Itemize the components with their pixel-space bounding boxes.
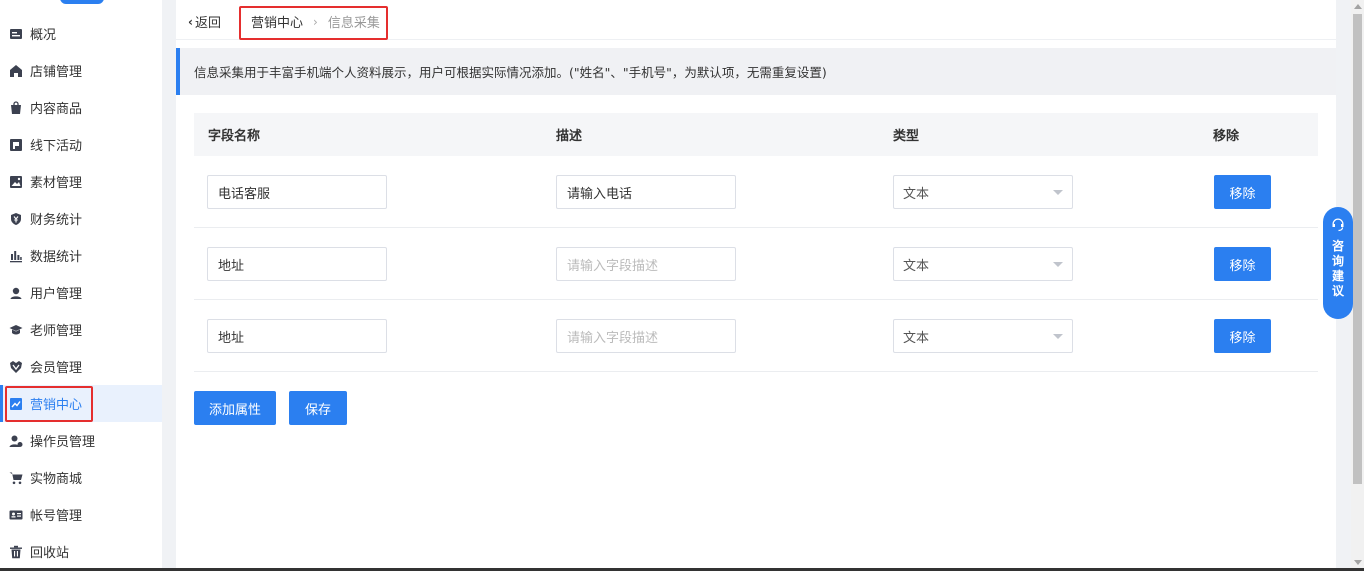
field-type-value: 文本 — [903, 330, 930, 346]
field-description-input[interactable]: 请输入字段描述 — [556, 319, 736, 353]
sidebar-item-label: 数据统计 — [30, 250, 83, 265]
sidebar-item-label: 老师管理 — [30, 324, 83, 339]
sidebar-item-operators[interactable]: 操作员管理 — [0, 422, 162, 459]
column-header-remove: 移除 — [1213, 129, 1240, 144]
sidebar-item-finance[interactable]: 财务统计 — [0, 200, 162, 237]
field-name-input[interactable]: 电话客服 — [207, 175, 387, 209]
vip-icon — [9, 360, 23, 374]
field-type-select[interactable]: 文本 — [893, 175, 1073, 209]
column-header-type: 类型 — [893, 129, 920, 144]
chevron-left-icon: ‹ — [188, 14, 193, 29]
sidebar-item-users[interactable]: 用户管理 — [0, 274, 162, 311]
headset-icon — [1330, 217, 1346, 233]
sidebar-item-label: 用户管理 — [30, 287, 83, 302]
trash-icon — [9, 545, 23, 559]
back-label: 返回 — [194, 16, 221, 31]
sidebar-item-label: 会员管理 — [30, 361, 83, 376]
sidebar-item-label: 内容商品 — [30, 102, 83, 117]
sidebar-item-label: 回收站 — [30, 546, 70, 561]
sidebar-item-teachers[interactable]: 老师管理 — [0, 311, 162, 348]
sidebar-item-label: 素材管理 — [30, 176, 83, 191]
remove-button[interactable]: 移除 — [1214, 175, 1271, 209]
sidebar-item-members[interactable]: 会员管理 — [0, 348, 162, 385]
sidebar-item-accounts[interactable]: 帐号管理 — [0, 496, 162, 533]
sidebar-item-recycle-bin[interactable]: 回收站 — [0, 533, 162, 570]
main-panel: ‹ 返回 营销中心 › 信息采集 信息采集用于丰富手机端个人资料展示，用户可根据… — [176, 0, 1336, 571]
sidebar-item-data-stats[interactable]: 数据统计 — [0, 237, 162, 274]
caret-down-icon — [1053, 190, 1063, 195]
graduation-cap-icon — [9, 323, 23, 337]
field-type-select[interactable]: 文本 — [893, 319, 1073, 353]
table-row: 地址 请输入字段描述 文本 移除 — [194, 300, 1318, 372]
store-icon — [9, 64, 23, 78]
yuan-shield-icon — [9, 212, 23, 226]
overview-icon — [9, 27, 23, 41]
sidebar-item-offline-activity[interactable]: 线下活动 — [0, 126, 162, 163]
sidebar-item-physical-mall[interactable]: 实物商城 — [0, 459, 162, 496]
sidebar-item-store[interactable]: 店铺管理 — [0, 52, 162, 89]
add-attribute-button[interactable]: 添加属性 — [194, 391, 276, 425]
column-header-field-name: 字段名称 — [208, 129, 261, 144]
sidebar: 概况 店铺管理 内容商品 线下活动 素材管理 财务统计 数据统计 用户管理 老师… — [0, 0, 162, 571]
scroll-up-arrow-icon[interactable] — [1354, 4, 1362, 9]
sidebar-item-label: 实物商城 — [30, 472, 83, 487]
user-icon — [9, 286, 23, 300]
active-item-highlight — [5, 386, 93, 422]
bar-chart-icon — [9, 249, 23, 263]
fields-table: 字段名称 描述 类型 移除 电话客服 请输入电话 文本 移除 地址 请输入字段描… — [194, 113, 1318, 372]
sidebar-item-label: 财务统计 — [30, 213, 83, 228]
cart-icon — [9, 471, 23, 485]
scroll-down-arrow-icon[interactable] — [1354, 560, 1362, 565]
shopping-bag-icon — [9, 100, 23, 115]
operator-icon — [9, 434, 23, 448]
sidebar-item-label: 线下活动 — [30, 139, 83, 154]
save-button[interactable]: 保存 — [289, 391, 347, 425]
feedback-label-char: 咨 — [1331, 239, 1344, 253]
sidebar-item-label: 操作员管理 — [30, 435, 96, 450]
remove-button[interactable]: 移除 — [1214, 247, 1271, 281]
info-notice: 信息采集用于丰富手机端个人资料展示，用户可根据实际情况添加。("姓名"、"手机号… — [176, 48, 1336, 95]
caret-down-icon — [1053, 334, 1063, 339]
field-description-input[interactable]: 请输入电话 — [556, 175, 736, 209]
image-icon — [9, 175, 23, 189]
remove-button[interactable]: 移除 — [1214, 319, 1271, 353]
caret-down-icon — [1053, 262, 1063, 267]
sidebar-item-label: 概况 — [30, 28, 57, 43]
feedback-label-char: 询 — [1331, 254, 1344, 268]
sidebar-item-label: 店铺管理 — [30, 65, 83, 80]
notice-text: 信息采集用于丰富手机端个人资料展示，用户可根据实际情况添加。("姓名"、"手机号… — [194, 65, 827, 80]
feedback-label-char: 建 — [1331, 269, 1344, 283]
field-description-input[interactable]: 请输入字段描述 — [556, 247, 736, 281]
field-type-value: 文本 — [903, 186, 930, 202]
field-type-value: 文本 — [903, 258, 930, 274]
id-card-icon — [9, 508, 23, 522]
field-name-input[interactable]: 地址 — [207, 319, 387, 353]
sidebar-item-content-goods[interactable]: 内容商品 — [0, 89, 162, 126]
scrollbar-thumb[interactable] — [1353, 14, 1362, 484]
field-name-input[interactable]: 地址 — [207, 247, 387, 281]
breadcrumb-highlight — [239, 6, 388, 40]
field-type-select[interactable]: 文本 — [893, 247, 1073, 281]
sidebar-top-pill[interactable] — [60, 0, 104, 4]
topbar: ‹ 返回 营销中心 › 信息采集 — [176, 0, 1336, 40]
back-button[interactable]: ‹ 返回 — [188, 12, 221, 32]
sidebar-item-label: 帐号管理 — [30, 509, 83, 524]
table-header: 字段名称 描述 类型 移除 — [194, 113, 1318, 156]
feedback-label-char: 议 — [1331, 284, 1344, 298]
feedback-button[interactable]: 咨 询 建 议 — [1323, 207, 1353, 319]
sidebar-nav: 概况 店铺管理 内容商品 线下活动 素材管理 财务统计 数据统计 用户管理 老师… — [0, 15, 162, 570]
flag-icon — [9, 138, 23, 152]
table-row: 电话客服 请输入电话 文本 移除 — [194, 156, 1318, 228]
sidebar-item-material[interactable]: 素材管理 — [0, 163, 162, 200]
table-row: 地址 请输入字段描述 文本 移除 — [194, 228, 1318, 300]
sidebar-item-overview[interactable]: 概况 — [0, 15, 162, 52]
column-header-description: 描述 — [556, 129, 583, 144]
